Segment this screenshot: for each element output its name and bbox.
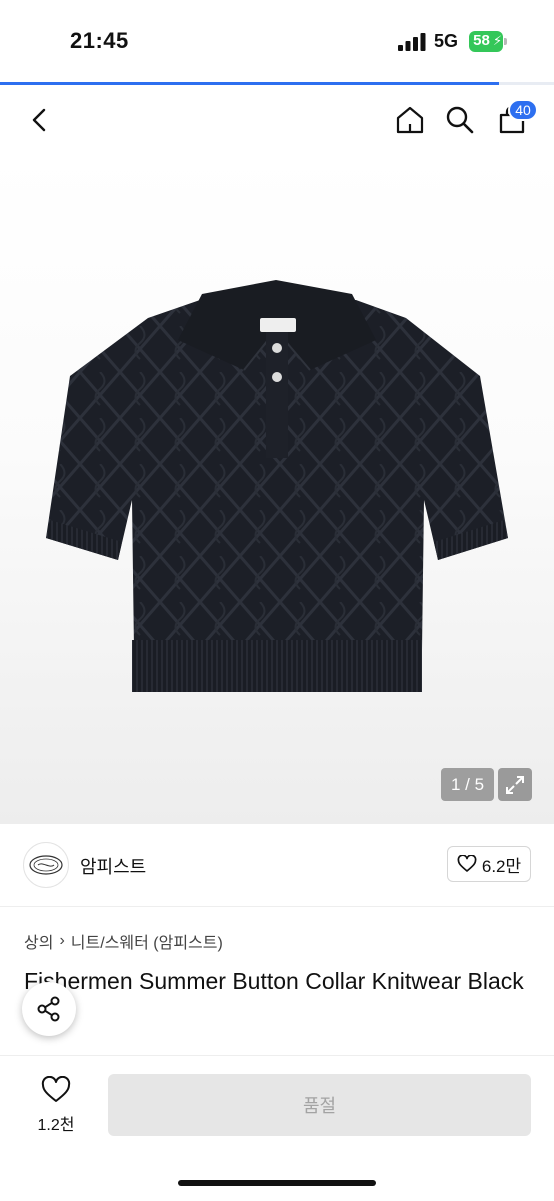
product-title: Fishermen Summer Button Collar Knitwear …: [24, 968, 524, 994]
product-image-gallery[interactable]: 1 / 5: [0, 152, 554, 824]
charging-bolt-icon: ⚡: [493, 33, 503, 48]
product-image: [46, 280, 508, 692]
sold-out-button[interactable]: 품절: [108, 1074, 531, 1136]
brand-logo-icon: [29, 855, 63, 875]
top-nav-bar: [0, 88, 554, 152]
search-icon: [446, 106, 474, 134]
battery-tip: [504, 38, 507, 45]
brand-like-button[interactable]: 6.2만: [447, 846, 531, 882]
heart-icon: [457, 855, 477, 872]
wishlist-count: 1.2천: [37, 1117, 75, 1134]
brand-logo[interactable]: [23, 842, 69, 888]
battery-level: 58: [473, 32, 490, 49]
expand-image-button[interactable]: [498, 768, 532, 801]
status-bar: 21:45 5G 58 ⚡: [0, 0, 554, 80]
network-type: 5G: [434, 31, 459, 51]
home-indicator: [178, 1180, 376, 1186]
chevron-left-icon: [32, 108, 46, 132]
home-button[interactable]: [390, 98, 430, 142]
breadcrumb-subcategory[interactable]: 니트/스웨터 (암피스트): [71, 929, 223, 953]
home-icon: [396, 106, 424, 134]
brand-like-count: 6.2만: [481, 856, 522, 876]
chevron-right-icon: ›: [59, 932, 65, 949]
search-button[interactable]: [440, 98, 480, 142]
brand-row: 암피스트 6.2만: [0, 824, 554, 907]
page-load-progress: [0, 82, 554, 85]
page-load-progress-fill: [0, 82, 499, 85]
back-button[interactable]: [20, 98, 60, 142]
breadcrumb: 상의 › 니트/스웨터 (암피스트): [24, 929, 223, 953]
expand-icon: [506, 775, 524, 794]
signal-icon: [398, 33, 426, 51]
share-button[interactable]: [22, 982, 76, 1036]
cart-count-badge: 40: [508, 99, 538, 121]
image-counter: 1 / 5: [441, 768, 494, 801]
wishlist-button[interactable]: 1.2천: [30, 1075, 82, 1135]
breadcrumb-category[interactable]: 상의: [24, 929, 53, 953]
share-icon: [37, 996, 60, 1022]
battery-indicator: 58 ⚡: [469, 31, 509, 52]
brand-name[interactable]: 암피스트: [80, 853, 146, 879]
status-time: 21:45: [70, 28, 129, 53]
heart-icon: [41, 1075, 71, 1102]
